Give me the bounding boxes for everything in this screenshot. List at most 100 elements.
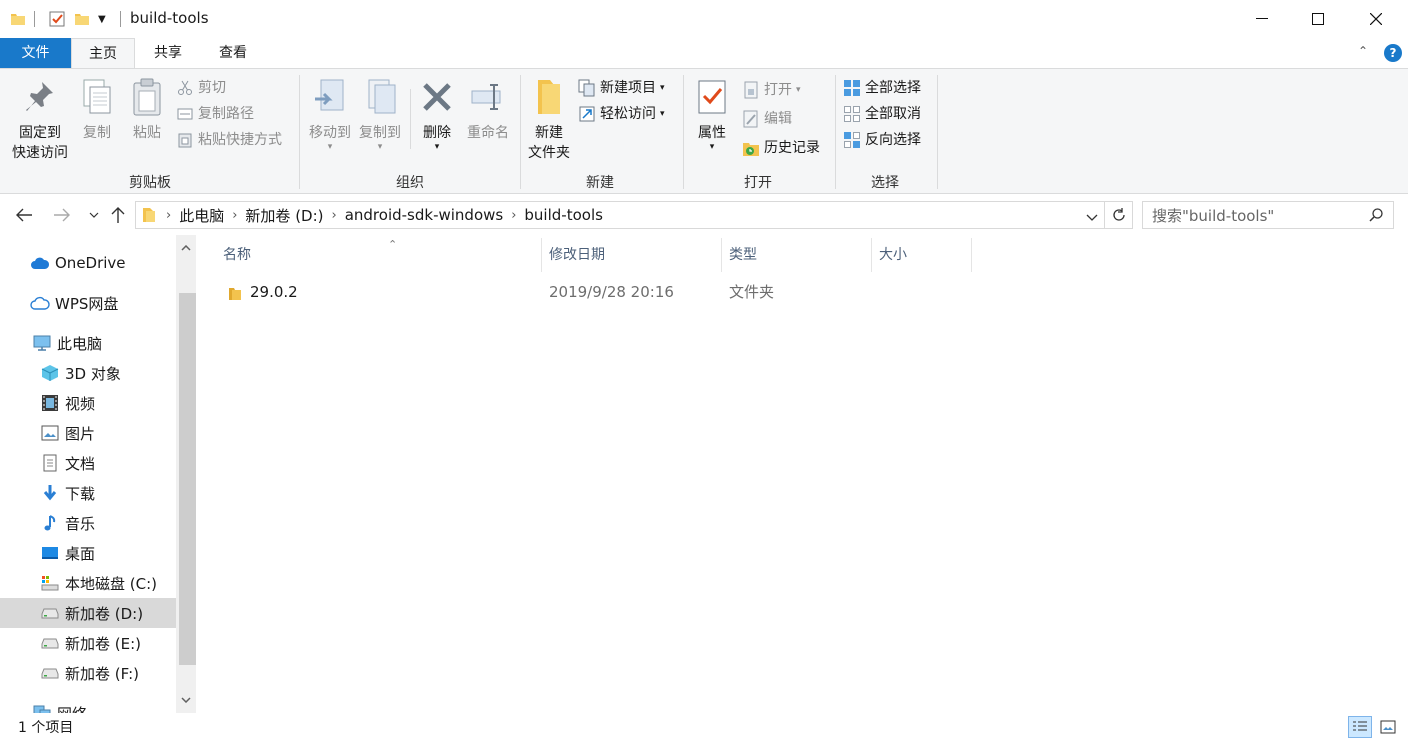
cloud-outline-icon bbox=[30, 293, 50, 313]
paste-icon bbox=[127, 75, 167, 119]
select-all-label: 全部选择 bbox=[865, 80, 921, 96]
forward-button[interactable] bbox=[50, 203, 74, 227]
copy-to-button[interactable]: 复制到 ▾ bbox=[356, 75, 404, 152]
nav-item-volume-d[interactable]: 新加卷 (D:) bbox=[0, 598, 176, 628]
nav-item-network[interactable]: 网络 bbox=[0, 698, 176, 713]
new-group-label: 新建 bbox=[586, 175, 614, 191]
new-folder-quick-icon[interactable] bbox=[74, 9, 90, 29]
cut-label: 剪切 bbox=[198, 80, 226, 96]
copy-button[interactable]: 复制 bbox=[76, 75, 118, 143]
breadcrumb-build-tools[interactable]: build-tools bbox=[524, 206, 603, 224]
table-row[interactable]: 29.0.2 2019/9/28 20:16 文件夹 bbox=[218, 278, 978, 306]
new-folder-label-line2: 文件夹 bbox=[528, 145, 570, 161]
tab-file[interactable]: 文件 bbox=[0, 38, 71, 68]
pin-label-line2: 快速访问 bbox=[12, 145, 68, 161]
easy-access-label: 轻松访问 bbox=[600, 106, 656, 122]
breadcrumb-drive-d[interactable]: 新加卷 (D:) bbox=[245, 205, 323, 226]
scroll-down-icon[interactable] bbox=[176, 689, 196, 711]
maximize-button[interactable] bbox=[1288, 0, 1348, 38]
nav-item-pictures[interactable]: 图片 bbox=[0, 418, 176, 448]
pin-to-quick-access-button[interactable]: 固定到 快速访问 bbox=[6, 75, 74, 163]
edit-button[interactable]: 编辑 bbox=[742, 108, 792, 130]
tab-home[interactable]: 主页 bbox=[71, 38, 135, 69]
new-folder-icon bbox=[529, 75, 569, 119]
history-button[interactable]: 历史记录 bbox=[742, 137, 820, 159]
column-header-type[interactable]: 类型 bbox=[722, 238, 872, 272]
back-button[interactable] bbox=[12, 203, 36, 227]
column-header-size[interactable]: 大小 bbox=[872, 238, 972, 272]
nav-item-documents[interactable]: 文档 bbox=[0, 448, 176, 478]
tab-view[interactable]: 查看 bbox=[205, 38, 261, 68]
nav-item-volume-e[interactable]: 新加卷 (E:) bbox=[0, 628, 176, 658]
new-item-icon bbox=[578, 79, 596, 97]
nav-item-local-disk-c[interactable]: 本地磁盘 (C:) bbox=[0, 568, 176, 598]
copy-to-icon bbox=[360, 75, 400, 119]
cut-button[interactable]: 剪切 bbox=[176, 77, 226, 99]
new-folder-button[interactable]: 新建 文件夹 bbox=[524, 75, 574, 163]
nav-item-downloads[interactable]: 下载 bbox=[0, 478, 176, 508]
column-header-modified[interactable]: 修改日期 bbox=[542, 238, 722, 272]
nav-item-music[interactable]: 音乐 bbox=[0, 508, 176, 538]
details-view-button[interactable] bbox=[1348, 716, 1372, 738]
minimize-button[interactable] bbox=[1232, 0, 1292, 38]
recent-locations-button[interactable] bbox=[82, 203, 106, 227]
address-dropdown-icon[interactable] bbox=[1086, 210, 1098, 226]
details-view-icon bbox=[1353, 721, 1367, 731]
delete-button[interactable]: 删除 ▾ bbox=[416, 75, 458, 152]
new-folder-label-line1: 新建 bbox=[535, 125, 563, 141]
select-all-icon bbox=[843, 79, 861, 97]
open-button[interactable]: 打开 ▾ bbox=[742, 79, 801, 101]
paste-button[interactable]: 粘贴 bbox=[126, 75, 168, 143]
collapse-ribbon-icon[interactable]: ⌃ bbox=[1358, 44, 1368, 58]
easy-access-button[interactable]: 轻松访问 ▾ bbox=[578, 103, 665, 125]
address-bar[interactable]: › 此电脑 › 新加卷 (D:) › android-sdk-windows ›… bbox=[135, 201, 1105, 229]
nav-item-desktop[interactable]: 桌面 bbox=[0, 538, 176, 568]
copy-to-label: 复制到 bbox=[359, 125, 401, 141]
nav-item-onedrive[interactable]: OneDrive bbox=[0, 248, 176, 278]
select-all-button[interactable]: 全部选择 bbox=[843, 77, 921, 99]
file-modified: 2019/9/28 20:16 bbox=[549, 283, 674, 301]
up-button[interactable] bbox=[106, 203, 130, 227]
move-to-button[interactable]: 移动到 ▾ bbox=[306, 75, 354, 152]
column-header-name[interactable]: 名称 ⌃ bbox=[216, 238, 542, 272]
close-button[interactable] bbox=[1346, 0, 1406, 38]
help-icon[interactable]: ? bbox=[1384, 44, 1402, 62]
copy-icon bbox=[77, 75, 117, 119]
large-icons-view-button[interactable] bbox=[1376, 716, 1400, 738]
nav-scrollbar-thumb[interactable] bbox=[179, 293, 196, 665]
search-icon bbox=[1369, 208, 1383, 226]
copy-path-button[interactable]: 复制路径 bbox=[176, 103, 254, 125]
nav-item-3d-objects[interactable]: 3D 对象 bbox=[0, 358, 176, 388]
nav-item-volume-f[interactable]: 新加卷 (F:) bbox=[0, 658, 176, 688]
paste-shortcut-button[interactable]: 粘贴快捷方式 bbox=[176, 129, 282, 151]
breadcrumb-android-sdk[interactable]: android-sdk-windows bbox=[345, 206, 504, 224]
nav-item-videos[interactable]: 视频 bbox=[0, 388, 176, 418]
search-input[interactable]: 搜索"build-tools" bbox=[1142, 201, 1394, 229]
properties-quick-icon[interactable] bbox=[48, 9, 66, 29]
ribbon: 固定到 快速访问 复制 粘贴 剪切 复制路径 粘贴快捷方式 剪贴板 移动到 ▾ … bbox=[0, 68, 1408, 194]
scroll-up-icon[interactable] bbox=[176, 237, 196, 259]
address-row: › 此电脑 › 新加卷 (D:) › android-sdk-windows ›… bbox=[0, 195, 1408, 235]
breadcrumb-this-pc[interactable]: 此电脑 bbox=[179, 205, 224, 226]
file-name: 29.0.2 bbox=[250, 283, 298, 301]
document-icon bbox=[40, 453, 60, 473]
file-type: 文件夹 bbox=[729, 283, 775, 301]
new-item-button[interactable]: 新建项目 ▾ bbox=[578, 77, 665, 99]
sort-ascending-icon: ⌃ bbox=[388, 238, 398, 251]
tab-share[interactable]: 共享 bbox=[141, 38, 195, 68]
refresh-button[interactable] bbox=[1105, 201, 1133, 229]
customize-quick-access-icon[interactable]: ▼ bbox=[98, 9, 106, 29]
nav-item-this-pc[interactable]: 此电脑 bbox=[0, 328, 176, 358]
quick-access-folder-icon[interactable] bbox=[10, 9, 26, 29]
rename-button[interactable]: 重命名 bbox=[464, 75, 512, 143]
organize-group-label: 组织 bbox=[396, 175, 424, 191]
edit-icon bbox=[742, 110, 760, 128]
history-label: 历史记录 bbox=[764, 140, 820, 156]
system-drive-icon bbox=[40, 573, 60, 593]
paste-shortcut-label: 粘贴快捷方式 bbox=[198, 132, 282, 148]
nav-item-wps-cloud[interactable]: WPS网盘 bbox=[0, 288, 176, 318]
select-none-button[interactable]: 全部取消 bbox=[843, 103, 921, 125]
properties-button[interactable]: 属性 ▾ bbox=[690, 75, 734, 152]
pin-label-line1: 固定到 bbox=[19, 125, 61, 141]
invert-selection-button[interactable]: 反向选择 bbox=[843, 129, 921, 151]
